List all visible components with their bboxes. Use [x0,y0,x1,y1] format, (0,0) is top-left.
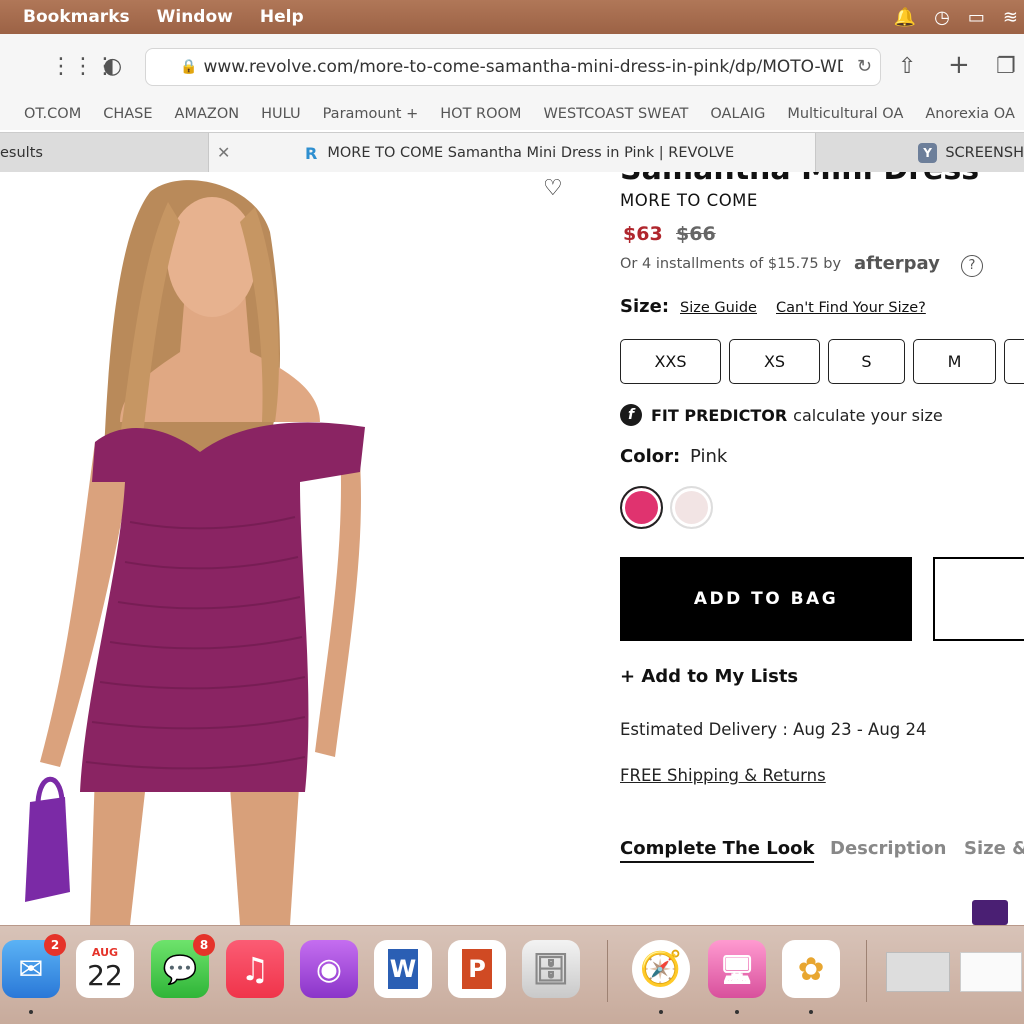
messages-badge: 8 [193,934,215,956]
tab-label: MORE TO COME Samantha Mini Dress in Pink… [327,145,735,161]
bookmark-oalaig[interactable]: OALAIG [710,106,765,122]
dock-separator [607,940,608,1002]
bookmark-hot-room[interactable]: HOT ROOM [440,106,521,122]
tab-label: esults [0,145,43,161]
product-image[interactable] [0,172,600,925]
tab-size-fit[interactable]: Size & [964,838,1024,859]
sale-price: $63 [623,223,663,245]
bookmark-multicultural-oa[interactable]: Multicultural OA [787,106,903,122]
color-value: Pink [690,446,728,467]
tab-revolve[interactable]: ✕ R MORE TO COME Samantha Mini Dress in … [208,133,816,173]
fit-predictor[interactable]: f FIT PREDICTOR calculate your size [620,404,943,426]
podcasts-icon[interactable]: ◉ [300,940,358,998]
notification-icon[interactable]: 🔔 [894,7,916,28]
swatch-pink[interactable] [620,486,663,529]
word-letter: W [388,949,418,989]
estimated-delivery: Estimated Delivery : Aug 23 - Aug 24 [620,720,927,739]
lock-icon: 🔒 [180,59,198,75]
messages-icon[interactable]: 💬 8 [151,934,215,998]
shield-icon[interactable]: ◐ [103,54,122,79]
running-indicator [735,1010,739,1014]
running-indicator [29,1010,33,1014]
size-button-more[interactable] [1004,339,1024,384]
product-title: Samantha Mini Dress [620,172,979,187]
bookmarks-bar: OT.COM CHASE AMAZON HULU Paramount + HOT… [0,98,1024,130]
afterpay-logo[interactable]: afterpay [854,253,940,274]
heart-icon[interactable]: ♡ [543,176,563,201]
cant-find-size-link[interactable]: Can't Find Your Size? [776,300,926,316]
tabs-overview-icon[interactable]: ❐ [996,54,1016,79]
size-label: Size: [620,296,670,317]
size-button-xs[interactable]: XS [729,339,820,384]
minimized-window-thumbnail[interactable] [886,952,950,992]
bookmark-chase[interactable]: CHASE [103,106,152,122]
look-item-thumbnail[interactable] [972,900,1008,925]
reload-icon[interactable]: ↻ [857,56,872,77]
swatch-light-pink[interactable] [670,486,713,529]
clock-icon[interactable]: ◷ [934,7,950,28]
bookmark-hulu[interactable]: HULU [261,106,301,122]
url-text: www.revolve.com/more-to-come-samantha-mi… [203,57,844,77]
size-button-m[interactable]: M [913,339,996,384]
tab-bar: esults ✕ R MORE TO COME Samantha Mini Dr… [0,132,1024,173]
tab-label: SCREENSH [945,145,1024,161]
browser-toolbar: ⋮⋮⋮ ◐ 🔒 www.revolve.com/more-to-come-sam… [0,34,1024,98]
calendar-month: AUG [91,946,119,959]
size-guide-link[interactable]: Size Guide [680,300,757,316]
running-indicator [659,1010,663,1014]
minimized-window-thumbnail[interactable] [960,952,1022,992]
cleanmymac-icon[interactable]: 🖥 [708,940,766,998]
bookmark-anorexia-oa[interactable]: Anorexia OA [925,106,1014,122]
color-label: Color: [620,446,681,467]
dock: ✉ 2 AUG 22 💬 8 ♫ ◉ W P 🗄 🧭 🖥 ✿ [0,925,1024,1024]
revolve-favicon-icon: R [305,143,318,163]
installments-text: Or 4 installments of $15.75 by [620,256,842,272]
original-price: $66 [676,223,716,245]
bookmark-westcoast-sweat[interactable]: WESTCOAST SWEAT [543,106,688,122]
fit-predictor-text: calculate your size [793,405,943,425]
new-tab-icon[interactable]: + [948,50,970,80]
tab-favicon-icon: Y [918,143,938,163]
favorite-button[interactable] [933,557,1024,641]
word-icon[interactable]: W [374,940,432,998]
add-to-bag-button[interactable]: ADD TO BAG [620,557,912,641]
page-content: ♡ Samantha Mini Dress MORE TO COME $63 $… [0,172,1024,925]
menu-bar: Bookmarks Window Help 🔔 ◷ ▭ ≋ [0,0,1024,34]
bookmark-amazon[interactable]: AMAZON [175,106,240,122]
bookmark-otcom[interactable]: OT.COM [24,106,81,122]
free-shipping-link[interactable]: FREE Shipping & Returns [620,766,826,785]
menu-bookmarks[interactable]: Bookmarks [23,7,130,27]
powerpoint-icon[interactable]: P [448,940,506,998]
tab-results[interactable]: esults [0,133,208,173]
size-button-s[interactable]: S [828,339,905,384]
menu-window[interactable]: Window [157,7,233,27]
tab-description[interactable]: Description [830,838,946,859]
add-to-lists-link[interactable]: + Add to My Lists [620,666,798,687]
calendar-day: 22 [87,959,123,992]
close-icon[interactable]: ✕ [217,143,230,162]
file-cabinet-icon[interactable]: 🗄 [522,940,580,998]
address-bar[interactable]: 🔒 www.revolve.com/more-to-come-samantha-… [145,48,881,86]
menu-help[interactable]: Help [260,7,304,27]
photos-icon[interactable]: ✿ [782,940,840,998]
mail-icon[interactable]: ✉ 2 [2,934,66,998]
dock-separator [866,940,867,1002]
safari-icon[interactable]: 🧭 [632,940,690,998]
battery-icon[interactable]: ▭ [968,7,985,28]
fit-predictor-icon: f [620,404,642,426]
tab-screenshot[interactable]: Y SCREENSH [816,133,1024,173]
product-brand[interactable]: MORE TO COME [620,191,758,210]
share-icon[interactable]: ⇧ [898,54,916,79]
wifi-icon[interactable]: ≋ [1003,7,1018,28]
fit-predictor-label: FIT PREDICTOR [651,405,788,425]
mail-badge: 2 [44,934,66,956]
help-icon[interactable]: ? [961,255,983,277]
bookmark-paramount[interactable]: Paramount + [323,106,419,122]
calendar-icon[interactable]: AUG 22 [76,940,134,998]
running-indicator [809,1010,813,1014]
size-button-xxs[interactable]: XXS [620,339,721,384]
powerpoint-letter: P [462,949,492,989]
tab-complete-the-look[interactable]: Complete The Look [620,838,815,863]
music-icon[interactable]: ♫ [226,940,284,998]
